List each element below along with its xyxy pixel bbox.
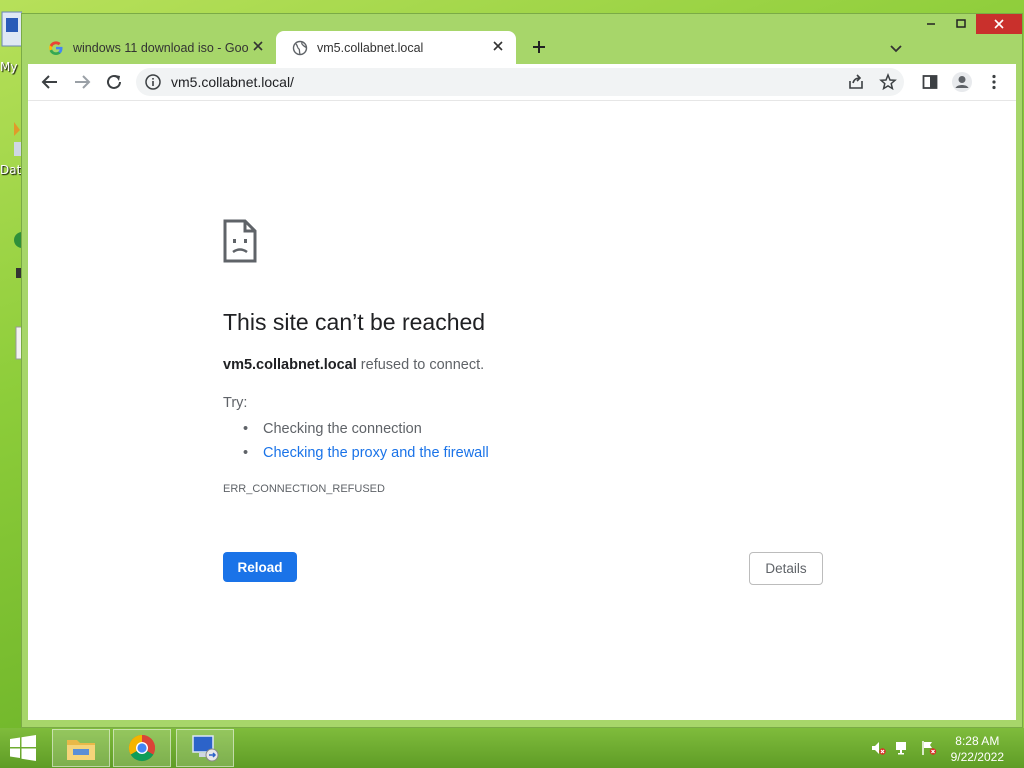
plus-icon: [533, 41, 545, 53]
volume-muted-icon[interactable]: [870, 740, 886, 756]
close-icon: [493, 40, 503, 51]
suggestion-list: Checking the connection Checking the pro…: [223, 417, 489, 465]
action-center-flag-icon[interactable]: [920, 740, 938, 756]
omnibox-actions: [840, 68, 904, 96]
close-tab-button[interactable]: [490, 40, 506, 56]
site-info-icon[interactable]: [144, 73, 162, 91]
browser-window: windows 11 download iso - Goo vm5.collab…: [21, 13, 1023, 728]
error-host: vm5.collabnet.local: [223, 357, 357, 373]
google-g-icon: [49, 40, 63, 55]
taskbar-clock[interactable]: 8:28 AM 9/22/2022: [951, 733, 1004, 765]
address-bar[interactable]: vm5.collabnet.local/: [136, 68, 904, 96]
desktop-icon-data[interactable]: [0, 118, 22, 158]
error-title: This site can’t be reached: [223, 309, 486, 335]
refresh-icon: [107, 74, 121, 89]
kebab-menu-icon: [992, 74, 996, 90]
tab-google-search[interactable]: windows 11 download iso - Goo: [32, 31, 276, 64]
tab-search-button[interactable]: [886, 38, 906, 58]
system-tray: [870, 740, 938, 756]
desktop-icon-app[interactable]: [0, 228, 30, 356]
side-panel-icon: [922, 75, 938, 89]
close-tab-button[interactable]: [250, 40, 266, 56]
details-button[interactable]: Details: [749, 552, 823, 585]
taskbar-chrome[interactable]: [113, 729, 171, 767]
folder-icon: [67, 740, 95, 760]
taskbar-remote-desktop[interactable]: [176, 729, 234, 767]
network-icon[interactable]: [894, 740, 912, 756]
chrome-icon: [128, 734, 156, 762]
taskbar-file-explorer[interactable]: [52, 729, 110, 767]
desktop-icon-doc[interactable]: [0, 325, 23, 361]
tab-strip: windows 11 download iso - Goo vm5.collab…: [22, 14, 1024, 64]
arrow-right-icon: [75, 75, 91, 89]
clock-date: 9/22/2022: [950, 750, 1004, 764]
tab-title: vm5.collabnet.local: [317, 40, 424, 55]
start-button[interactable]: [8, 734, 38, 762]
windows-logo-icon: [10, 735, 36, 761]
forward-button[interactable]: [66, 66, 98, 98]
chevron-down-icon: [890, 45, 902, 53]
profile-button[interactable]: [946, 66, 978, 98]
arrow-left-icon: [41, 75, 57, 89]
reload-button[interactable]: Reload: [223, 552, 297, 582]
desktop-icon-computer[interactable]: [0, 10, 23, 50]
browser-toolbar: vm5.collabnet.local/: [28, 64, 1016, 100]
sad-page-icon: [223, 219, 257, 263]
taskbar: 8:28 AM 9/22/2022: [0, 728, 1024, 768]
desktop-label-data: Dat: [0, 163, 22, 177]
tab-title: windows 11 download iso - Goo: [73, 40, 249, 55]
side-panel-button[interactable]: [914, 66, 946, 98]
share-button[interactable]: [840, 66, 872, 98]
menu-button[interactable]: [978, 66, 1010, 98]
remote-desktop-icon: [192, 735, 219, 762]
error-message-text: refused to connect.: [356, 357, 485, 373]
tab-vm5[interactable]: vm5.collabnet.local: [276, 31, 516, 64]
avatar-icon: [952, 72, 972, 92]
globe-icon: [292, 40, 308, 55]
reload-page-button[interactable]: [98, 66, 130, 98]
suggestion-item: Checking the connection: [223, 417, 489, 441]
back-button[interactable]: [34, 66, 66, 98]
page-content: This site can’t be reached vm5.collabnet…: [28, 100, 1016, 720]
try-label: Try:: [223, 395, 248, 411]
clock-time: 8:28 AM: [955, 734, 1000, 748]
desktop-label-computer: My: [0, 60, 18, 74]
bookmark-button[interactable]: [872, 66, 904, 98]
share-icon: [849, 74, 863, 89]
close-icon: [253, 40, 263, 51]
error-code: ERR_CONNECTION_REFUSED: [223, 483, 385, 495]
new-tab-button[interactable]: [527, 36, 551, 60]
suggestion-link-proxy[interactable]: Checking the proxy and the firewall: [223, 441, 489, 465]
error-message: vm5.collabnet.local refused to connect.: [223, 357, 484, 373]
star-icon: [879, 73, 897, 91]
url-text[interactable]: vm5.collabnet.local/: [171, 74, 294, 90]
